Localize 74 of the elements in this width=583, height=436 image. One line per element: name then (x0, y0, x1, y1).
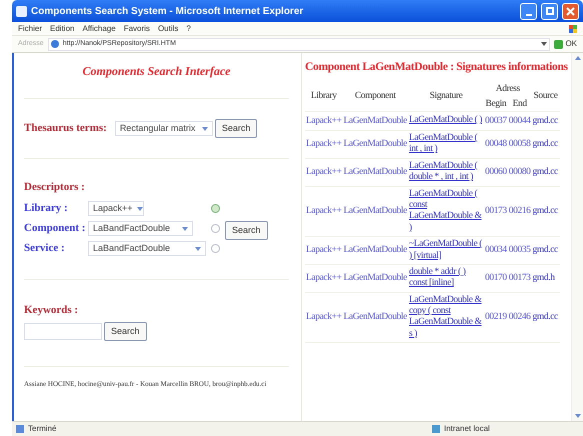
descriptor-label: Component : (24, 221, 86, 236)
table-cell: LaGenMatDouble (342, 236, 408, 264)
table-cell: Lapack++ (305, 111, 342, 130)
search-button[interactable]: Search (214, 119, 258, 138)
descriptor-dropdown[interactable]: Lapack++ (88, 201, 144, 216)
table-cell: 00173 (484, 186, 508, 237)
menu-item[interactable]: Fichier (18, 22, 42, 34)
table-cell: LaGenMatDouble (342, 158, 408, 186)
table-cell: 00058 (508, 130, 532, 158)
column-header: End (508, 96, 532, 112)
table-cell: Lapack++ (305, 264, 342, 292)
menu-item[interactable]: Edition (50, 22, 74, 34)
search-interface-title: Components Search Interface (81, 63, 232, 80)
column-header: Signature (408, 82, 484, 112)
column-header: Library (305, 82, 342, 112)
signature-link[interactable]: double * addr ( ) const [inline] (409, 266, 483, 290)
search-button[interactable]: Search (225, 220, 268, 240)
table-cell: Lapack++ (305, 130, 342, 158)
menu-item[interactable]: Outils (158, 22, 178, 34)
source-link[interactable]: gmd.cc (532, 116, 558, 126)
table-cell: Lapack++ (305, 158, 342, 186)
source-link[interactable]: gmd.cc (532, 167, 558, 178)
column-header: Begin (484, 96, 508, 112)
keywords-label: Keywords : (24, 302, 80, 318)
table-cell: LaGenMatDouble (342, 186, 408, 237)
source-link[interactable]: gmd.cc (532, 206, 558, 216)
signature-link[interactable]: ~LaGenMatDouble ( ) [virtual] (409, 239, 483, 262)
table-cell: 00044 (508, 111, 532, 130)
descriptors-heading: Descriptors : (24, 180, 86, 195)
source-link[interactable]: gmd.cc (532, 245, 558, 256)
table-cell: LaGenMatDouble (342, 292, 408, 343)
descriptor-dropdown[interactable]: LaBandFactDouble (88, 221, 193, 236)
table-cell: 00060 (484, 158, 508, 186)
table-cell: 00173 (508, 264, 532, 292)
window-title: Components Search System - Microsoft Internet Explorer (31, 4, 304, 18)
signatures-title: Component LaGenMatDouble : Signatures informations (305, 60, 569, 75)
source-link[interactable]: gmd.cc (532, 139, 558, 150)
zone-text: Intranet local (444, 423, 490, 435)
menu-item[interactable]: Favoris (124, 22, 150, 34)
table-cell: LaGenMatDouble (342, 130, 408, 158)
table-cell: LaGenMatDouble (342, 111, 408, 130)
source-link[interactable]: gmd.h (532, 273, 555, 284)
table-cell: 00080 (508, 158, 532, 186)
signature-link[interactable]: LaGenMatDouble ( const LaGenMatDouble & ) (409, 188, 483, 234)
signature-link[interactable]: LaGenMatDouble ( ) (409, 115, 483, 127)
column-header: Component (342, 82, 408, 112)
go-button[interactable]: OK (554, 38, 577, 50)
descriptor-label: Library : (24, 201, 69, 216)
table-cell: 00048 (484, 130, 508, 158)
table-cell: Lapack++ (305, 186, 342, 237)
thesaurus-label: Thesaurus terms: (24, 121, 107, 136)
table-cell: 00170 (484, 264, 508, 292)
table-cell: 00219 (484, 292, 508, 343)
table-cell: Lapack++ (305, 236, 342, 264)
status-text: Terminé (28, 423, 58, 435)
search-button[interactable]: Search (104, 322, 147, 341)
table-cell: 00034 (484, 236, 508, 264)
column-header: Source (532, 82, 560, 112)
signature-link[interactable]: LaGenMatDouble & copy ( const LaGenMatDouble & s ) (409, 294, 483, 340)
descriptor-dropdown[interactable]: LaBandFactDouble (88, 241, 206, 256)
signature-link[interactable]: LaGenMatDouble ( int , int ) (409, 133, 483, 156)
table-cell: 00246 (508, 292, 532, 343)
menu-item[interactable]: Affichage (82, 22, 116, 34)
column-header: Adress (494, 83, 521, 96)
menu-item[interactable]: ? (186, 22, 191, 34)
source-link[interactable]: gmd.cc (532, 312, 558, 322)
table-cell: 00035 (508, 236, 532, 264)
table-cell: LaGenMatDouble (342, 264, 408, 292)
thesaurus-dropdown[interactable]: Rectangular matrix (114, 121, 213, 136)
signature-link[interactable]: LaGenMatDouble ( double * , int , int ) (409, 160, 483, 184)
table-cell: 00216 (508, 186, 532, 237)
table-cell: 00037 (484, 111, 508, 130)
descriptor-label: Service : (24, 241, 66, 256)
table-cell: Lapack++ (305, 292, 342, 343)
